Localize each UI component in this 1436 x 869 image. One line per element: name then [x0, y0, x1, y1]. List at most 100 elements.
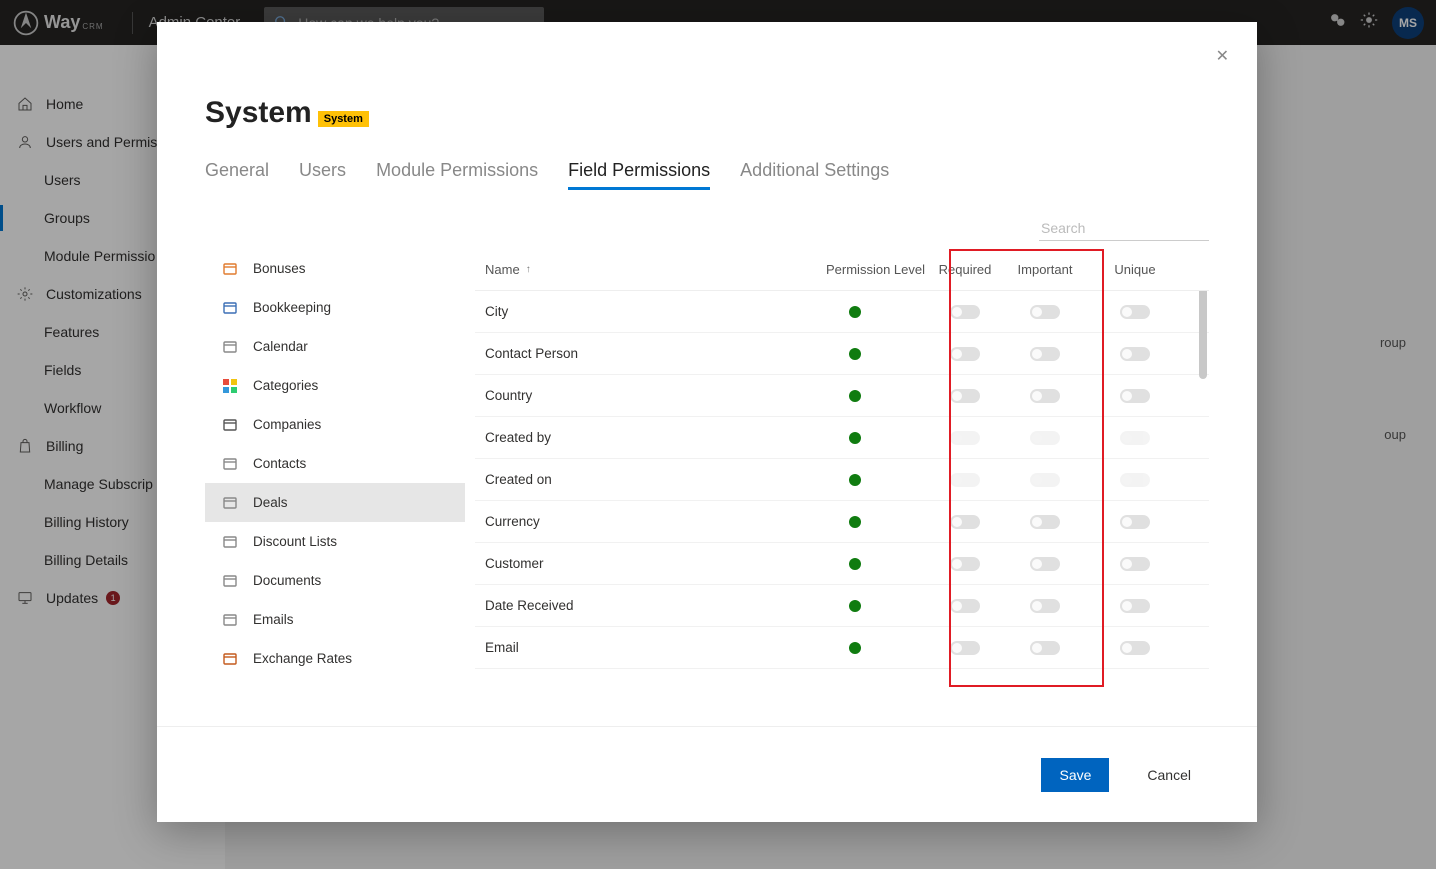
module-label: Bookkeeping: [253, 300, 331, 315]
module-icon: [221, 611, 239, 629]
toggle-unique: [1120, 473, 1150, 487]
field-name: Email: [475, 640, 785, 655]
close-button[interactable]: ✕: [1216, 46, 1229, 66]
field-name: Date Received: [475, 598, 785, 613]
field-row: Contact Person: [475, 333, 1209, 375]
toggle-important: [1030, 431, 1060, 445]
toggle-unique: [1120, 431, 1150, 445]
grid-header: Name↑ Permission Level Required Importan…: [475, 249, 1209, 291]
module-icon: [221, 533, 239, 551]
toggle-unique[interactable]: [1120, 599, 1150, 613]
module-label: Exchange Rates: [253, 651, 352, 666]
toggle-required[interactable]: [950, 641, 980, 655]
module-documents[interactable]: Documents: [205, 561, 465, 600]
module-bookkeeping[interactable]: Bookkeeping: [205, 288, 465, 327]
field-name: Created on: [475, 472, 785, 487]
module-label: Emails: [253, 612, 294, 627]
module-icon: [221, 260, 239, 278]
field-row: Date Received: [475, 585, 1209, 627]
permission-level-indicator[interactable]: [849, 516, 861, 528]
module-icon: [221, 572, 239, 590]
toggle-important[interactable]: [1030, 305, 1060, 319]
module-label: Companies: [253, 417, 321, 432]
col-permission-level[interactable]: Permission Level: [785, 262, 925, 277]
module-deals[interactable]: Deals: [205, 483, 465, 522]
col-required[interactable]: Required: [925, 262, 1005, 277]
toggle-unique[interactable]: [1120, 515, 1150, 529]
module-icon: [221, 377, 239, 395]
panel: Bonuses Bookkeeping Calendar Categories Comp…: [205, 249, 1209, 726]
field-row: Email: [475, 627, 1209, 669]
modal-title: System: [205, 96, 312, 130]
permission-level-indicator[interactable]: [849, 474, 861, 486]
module-icon: [221, 338, 239, 356]
toggle-important[interactable]: [1030, 389, 1060, 403]
field-row: Created on: [475, 459, 1209, 501]
module-emails[interactable]: Emails: [205, 600, 465, 639]
toggle-important[interactable]: [1030, 641, 1060, 655]
toggle-unique[interactable]: [1120, 389, 1150, 403]
toggle-required[interactable]: [950, 305, 980, 319]
toggle-required: [950, 431, 980, 445]
module-exchange-rates[interactable]: Exchange Rates: [205, 639, 465, 678]
toggle-unique[interactable]: [1120, 347, 1150, 361]
toggle-unique[interactable]: [1120, 557, 1150, 571]
field-name: Customer: [475, 556, 785, 571]
permission-level-indicator[interactable]: [849, 642, 861, 654]
permission-level-indicator[interactable]: [849, 432, 861, 444]
toggle-important[interactable]: [1030, 515, 1060, 529]
module-contacts[interactable]: Contacts: [205, 444, 465, 483]
toggle-required[interactable]: [950, 599, 980, 613]
module-label: Discount Lists: [253, 534, 337, 549]
modal-footer: Save Cancel: [157, 726, 1257, 822]
module-bonuses[interactable]: Bonuses: [205, 249, 465, 288]
col-important[interactable]: Important: [1005, 262, 1085, 277]
field-row: City: [475, 291, 1209, 333]
module-list[interactable]: Bonuses Bookkeeping Calendar Categories Comp…: [205, 249, 465, 726]
module-icon: [221, 299, 239, 317]
module-label: Calendar: [253, 339, 308, 354]
permission-level-indicator[interactable]: [849, 306, 861, 318]
module-label: Bonuses: [253, 261, 306, 276]
tab-field-permissions[interactable]: Field Permissions: [568, 160, 710, 190]
tab-additional-settings[interactable]: Additional Settings: [740, 160, 889, 190]
modal-header: System System: [205, 96, 1209, 130]
toggle-unique[interactable]: [1120, 641, 1150, 655]
save-button[interactable]: Save: [1041, 758, 1109, 792]
module-companies[interactable]: Companies: [205, 405, 465, 444]
module-discount-lists[interactable]: Discount Lists: [205, 522, 465, 561]
field-row: Created by: [475, 417, 1209, 459]
module-icon: [221, 416, 239, 434]
field-name: City: [475, 304, 785, 319]
permission-level-indicator[interactable]: [849, 390, 861, 402]
toggle-required[interactable]: [950, 347, 980, 361]
permission-level-indicator[interactable]: [849, 348, 861, 360]
field-search-input[interactable]: [1039, 216, 1209, 241]
toggle-required[interactable]: [950, 557, 980, 571]
toggle-important[interactable]: [1030, 557, 1060, 571]
tab-users[interactable]: Users: [299, 160, 346, 190]
module-calendar[interactable]: Calendar: [205, 327, 465, 366]
toggle-required[interactable]: [950, 389, 980, 403]
field-name: Contact Person: [475, 346, 785, 361]
toggle-important[interactable]: [1030, 599, 1060, 613]
module-label: Contacts: [253, 456, 306, 471]
permission-level-indicator[interactable]: [849, 558, 861, 570]
toggle-important[interactable]: [1030, 347, 1060, 361]
toggle-unique[interactable]: [1120, 305, 1150, 319]
tab-module-permissions[interactable]: Module Permissions: [376, 160, 538, 190]
field-grid[interactable]: Name↑ Permission Level Required Importan…: [475, 249, 1209, 726]
field-name: Country: [475, 388, 785, 403]
modal-tag: System: [318, 111, 369, 127]
modal-tabs: General Users Module Permissions Field Perm…: [205, 160, 1209, 190]
permission-level-indicator[interactable]: [849, 600, 861, 612]
cancel-button[interactable]: Cancel: [1129, 758, 1209, 792]
modal: ✕ System System General Users Module Permi…: [157, 22, 1257, 822]
col-unique[interactable]: Unique: [1085, 262, 1185, 277]
col-name[interactable]: Name↑: [475, 262, 785, 277]
tab-general[interactable]: General: [205, 160, 269, 190]
toggle-important: [1030, 473, 1060, 487]
module-categories[interactable]: Categories: [205, 366, 465, 405]
module-label: Categories: [253, 378, 318, 393]
toggle-required[interactable]: [950, 515, 980, 529]
